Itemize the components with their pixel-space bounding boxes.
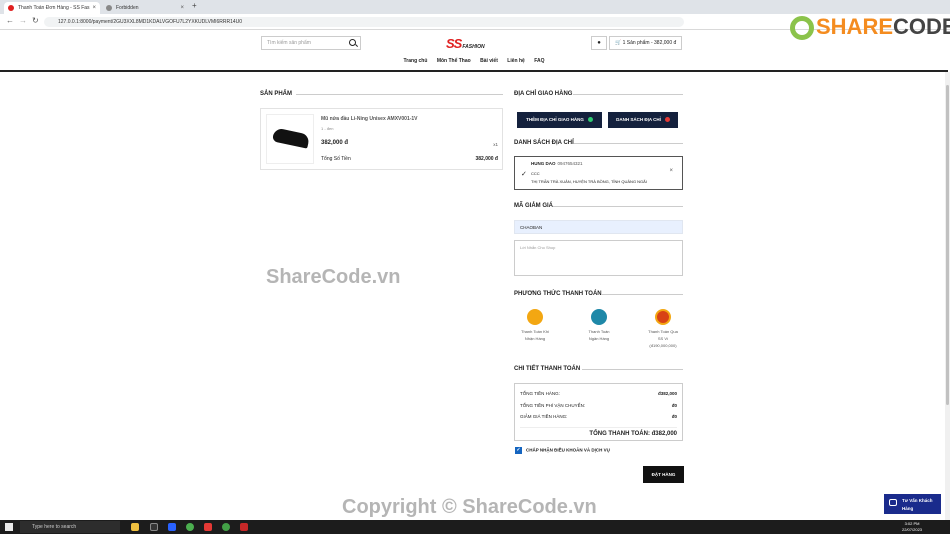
close-icon[interactable]: × xyxy=(92,2,96,14)
divider xyxy=(601,294,683,295)
address-line1: CCC xyxy=(531,171,540,176)
tab-favicon xyxy=(106,5,112,11)
app-icon[interactable] xyxy=(204,523,212,531)
logo-text: SS xyxy=(446,36,462,51)
details-title: CHI TIẾT THANH TOÁN xyxy=(514,366,581,372)
summary-total: TỔNG THANH TOÁN: đ382,000 xyxy=(520,427,677,437)
add-address-label: THÊM ĐỊA CHỈ GIAO HÀNG xyxy=(526,117,584,122)
summary-row: GIẢM GIÁ TIỀN HÀNG: đ0 xyxy=(520,414,677,419)
watermark-bottom: Copyright © ShareCode.vn xyxy=(342,496,597,518)
watermark-center: ShareCode.vn xyxy=(266,266,401,288)
bank-icon xyxy=(591,309,607,325)
remove-address-icon[interactable]: × xyxy=(669,168,673,174)
product-total-label: Tổng Số Tiền xyxy=(321,156,351,162)
menu-item-faq[interactable]: FAQ xyxy=(534,58,544,64)
payment-bank-option[interactable]: Thanh Toán Ngân Hàng xyxy=(574,309,624,342)
app-icon[interactable] xyxy=(150,523,158,531)
back-icon[interactable]: ← xyxy=(6,16,14,25)
browser-tab-active[interactable]: Thanh Toán Đơn Hàng - SS Fas × xyxy=(4,2,100,14)
close-icon[interactable]: × xyxy=(180,2,184,14)
search-icon[interactable] xyxy=(349,39,356,46)
payment-wallet-option[interactable]: Thanh Toán Qua SS Ví (đ190,000,000) xyxy=(638,309,688,350)
chat-icon xyxy=(889,499,897,506)
product-name[interactable]: Mũ nửa đầu Li-Ning Unisex AMXV001-1V xyxy=(321,116,418,122)
user-icon[interactable]: ● xyxy=(591,36,607,50)
address-list-label: DANH SÁCH ĐỊA CHỈ xyxy=(616,117,661,122)
summary-row: TỔNG TIỀN PHÍ VẬN CHUYỂN: đ0 xyxy=(520,403,677,408)
coupon-title: MÃ GIẢM GIÁ xyxy=(514,203,553,209)
checkbox-icon[interactable]: ✓ xyxy=(515,447,522,454)
search-placeholder: Tìm kiếm sản phẩm xyxy=(267,40,311,46)
windows-start-icon[interactable] xyxy=(5,523,13,531)
chrome-icon[interactable] xyxy=(186,523,194,531)
location-pin-icon xyxy=(664,117,670,123)
cart-icon: 🛒 xyxy=(615,40,622,46)
product-card: Mũ nửa đầu Li-Ning Unisex AMXV001-1V 1 -… xyxy=(260,108,503,170)
app-icon[interactable] xyxy=(240,523,248,531)
cart-summary: 1 Sản phẩm - 382,000 đ xyxy=(622,40,677,46)
new-tab-button[interactable]: + xyxy=(192,1,197,10)
payment-summary: TỔNG TIỀN HÀNG: đ382,000 TỔNG TIỀN PHÍ VẬ… xyxy=(514,383,683,441)
tab-title: Forbidden xyxy=(116,5,139,11)
place-order-button[interactable]: ĐẶT HÀNG xyxy=(643,466,684,483)
products-title: SẢN PHẨM xyxy=(260,91,293,97)
product-total-value: 382,000 đ xyxy=(475,156,498,162)
logo-sub: FASHION xyxy=(462,44,485,50)
address-card[interactable]: ✓ HUNG DAO 0947654321 CCC THỊ TRẤN TRÀ XU… xyxy=(514,156,683,190)
cod-icon xyxy=(527,309,543,325)
check-icon: ✓ xyxy=(521,171,527,178)
divider xyxy=(296,94,503,95)
taskbar-search[interactable]: Type here to search xyxy=(20,521,120,533)
note-textarea[interactable]: Lời Nhắn Cho Shop xyxy=(514,240,683,276)
menu-item-sports[interactable]: Môn Thể Thao xyxy=(437,58,471,64)
add-address-button[interactable]: THÊM ĐỊA CHỈ GIAO HÀNG xyxy=(517,112,602,128)
file-explorer-icon[interactable] xyxy=(131,523,139,531)
address-line2: THỊ TRẤN TRÀ XUÂN, HUYỆN TRÀ BỒNG, TỈNH … xyxy=(531,179,647,184)
divider xyxy=(553,206,683,207)
divider xyxy=(574,143,683,144)
menu-item-home[interactable]: Trang chủ xyxy=(404,58,428,64)
address-title: ĐỊA CHỈ GIAO HÀNG xyxy=(514,91,573,97)
taskbar-clock[interactable]: 3:02 PM 22/07/2023 xyxy=(902,521,922,533)
product-qty: x1 xyxy=(493,142,498,147)
vscode-icon[interactable] xyxy=(168,523,176,531)
windows-taskbar: Type here to search 3:02 PM 22/07/2023 xyxy=(0,520,950,534)
payment-cod-option[interactable]: Thanh Toán Khi Nhận Hàng xyxy=(510,309,560,342)
sharecode-ring-icon xyxy=(790,16,814,41)
reload-icon[interactable]: ↻ xyxy=(32,16,39,25)
site-logo[interactable]: SSFASHION xyxy=(446,36,485,51)
divider xyxy=(573,94,683,95)
cart-button[interactable]: 🛒 1 Sản phẩm - 382,000 đ xyxy=(609,36,682,50)
forward-icon[interactable]: → xyxy=(19,16,27,25)
address-list-title: DANH SÁCH ĐỊA CHỈ xyxy=(514,140,574,146)
cap-image xyxy=(271,127,311,149)
scrollbar-thumb[interactable] xyxy=(946,85,949,405)
summary-row: TỔNG TIỀN HÀNG: đ382,000 xyxy=(520,391,677,396)
product-price: 382,000 đ xyxy=(321,140,349,146)
address-list-button[interactable]: DANH SÁCH ĐỊA CHỈ xyxy=(608,112,678,128)
divider xyxy=(582,369,683,370)
address-phone: 0947654321 xyxy=(557,161,583,166)
menu-item-contact[interactable]: Liên hệ xyxy=(507,58,525,64)
menu-item-blog[interactable]: Bài viết xyxy=(480,58,498,64)
payment-title: PHƯƠNG THỨC THANH TOÁN xyxy=(514,291,602,297)
browser-tab-strip: Thanh Toán Đơn Hàng - SS Fas × Forbidden… xyxy=(0,0,950,14)
product-image[interactable] xyxy=(266,114,314,164)
main-menu: Trang chủ Môn Thể Thao Bài viết Liên hệ … xyxy=(0,58,948,64)
tab-title: Thanh Toán Đơn Hàng - SS Fas xyxy=(18,5,90,11)
sharecode-logo: SHARECODE.vn xyxy=(790,14,950,41)
support-chat-button[interactable]: Tư Vấn Khách Hàng xyxy=(884,494,941,514)
plus-icon xyxy=(587,117,593,123)
address-name: HUNG DAO 0947654321 xyxy=(531,161,583,166)
coupon-input[interactable]: CHAOBAN xyxy=(514,220,683,234)
product-variant: 1 - đen xyxy=(321,126,334,131)
tab-favicon xyxy=(8,5,14,11)
app-icon[interactable] xyxy=(222,523,230,531)
terms-label: CHẤP NHẬN ĐIỀU KHOẢN VÀ DỊCH VỤ xyxy=(526,447,610,453)
browser-tab[interactable]: Forbidden × xyxy=(102,2,188,14)
url-input[interactable]: 127.0.0.1:8000/payment/2GU3XXL8MD1KDALVG… xyxy=(44,17,684,27)
wallet-icon xyxy=(655,309,671,325)
search-input[interactable]: Tìm kiếm sản phẩm xyxy=(261,36,361,50)
terms-checkbox[interactable]: ✓ CHẤP NHẬN ĐIỀU KHOẢN VÀ DỊCH VỤ xyxy=(515,447,610,454)
